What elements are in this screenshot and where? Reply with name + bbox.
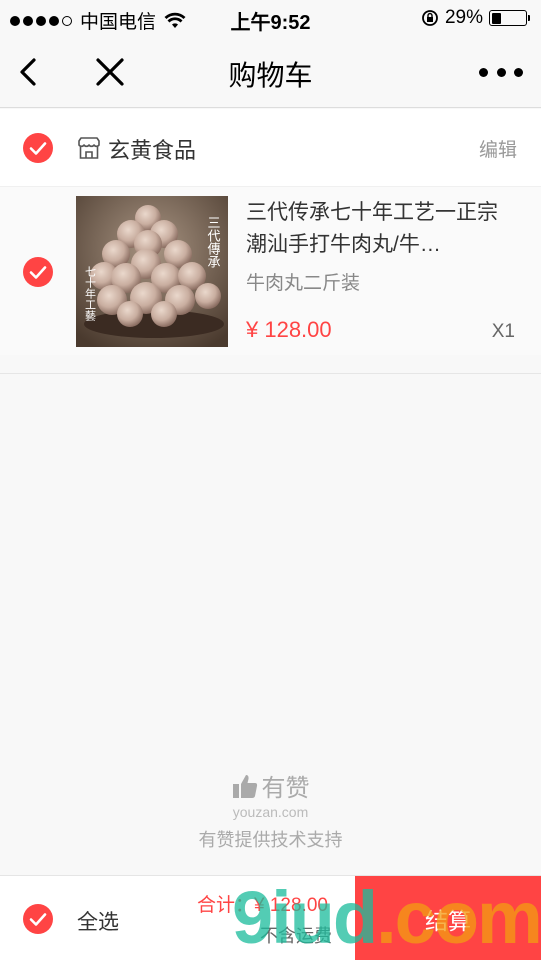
close-button[interactable]: [88, 50, 132, 94]
store-name[interactable]: 玄黄食品: [108, 133, 196, 165]
nav-bar: 购物车: [0, 36, 541, 108]
brand-domain: youzan.com: [232, 803, 309, 820]
divider: [0, 373, 541, 374]
rotation-lock-icon: [422, 10, 438, 26]
chevron-left-icon: [20, 58, 36, 86]
checkmark-icon: [29, 266, 47, 279]
more-dot-icon: [514, 67, 523, 77]
product-title[interactable]: 三代传承七十年工艺一正宗潮汕手打牛肉丸/牛…: [246, 197, 518, 261]
edit-button[interactable]: 编辑: [479, 135, 517, 162]
product-price: ¥ 128.00: [246, 317, 332, 342]
battery-icon: [489, 10, 530, 26]
store-header: 玄黄食品 编辑: [0, 109, 541, 187]
select-all-checkbox[interactable]: [23, 904, 53, 934]
item-checkbox[interactable]: [23, 257, 53, 287]
close-icon: [96, 58, 124, 86]
product-image[interactable]: 三代傳承 七十年工藝: [76, 196, 228, 347]
product-quantity: X1: [491, 321, 515, 342]
store-checkbox[interactable]: [23, 133, 53, 163]
brand-logo: 有赞: [232, 768, 310, 803]
image-caption-right: 三代傳承: [205, 216, 221, 268]
more-dot-icon: [479, 67, 488, 77]
battery-level: [491, 12, 502, 24]
page-title: 购物车: [228, 60, 313, 91]
bottom-bar: 全选 合计：¥ 128.00 不含运费 结算: [0, 875, 541, 960]
select-all-label[interactable]: 全选: [77, 906, 119, 936]
thumbs-up-icon: [232, 774, 257, 798]
more-menu-button[interactable]: [479, 58, 523, 86]
brand-support[interactable]: 有赞提供技术支持: [0, 826, 541, 852]
brand-name: 有赞: [261, 775, 310, 802]
total-price: 合计：¥ 128.00: [197, 895, 328, 916]
status-right: 29%: [421, 7, 530, 29]
product-spec: 牛肉丸二斤装: [246, 273, 361, 294]
checkout-button[interactable]: 结算: [355, 876, 541, 960]
image-caption-left: 七十年工藝: [84, 266, 97, 322]
checkmark-icon: [29, 913, 47, 926]
more-dot-icon: [496, 67, 506, 77]
shipping-note: 不含运费: [260, 926, 332, 946]
status-bar: 中国电信 上午9:52 29%: [0, 0, 541, 36]
cart-item: 三代傳承 七十年工藝 三代传承七十年工艺一正宗潮汕手打牛肉丸/牛… 牛肉丸二斤装…: [0, 187, 541, 355]
checkmark-icon: [29, 142, 47, 155]
battery-percent: 29%: [444, 7, 483, 28]
back-button[interactable]: [10, 50, 50, 94]
meatball-photo: 三代傳承 七十年工藝: [76, 196, 228, 347]
store-icon: [78, 137, 100, 159]
brand-footer: 有赞 youzan.com 有赞提供技术支持: [0, 768, 541, 852]
